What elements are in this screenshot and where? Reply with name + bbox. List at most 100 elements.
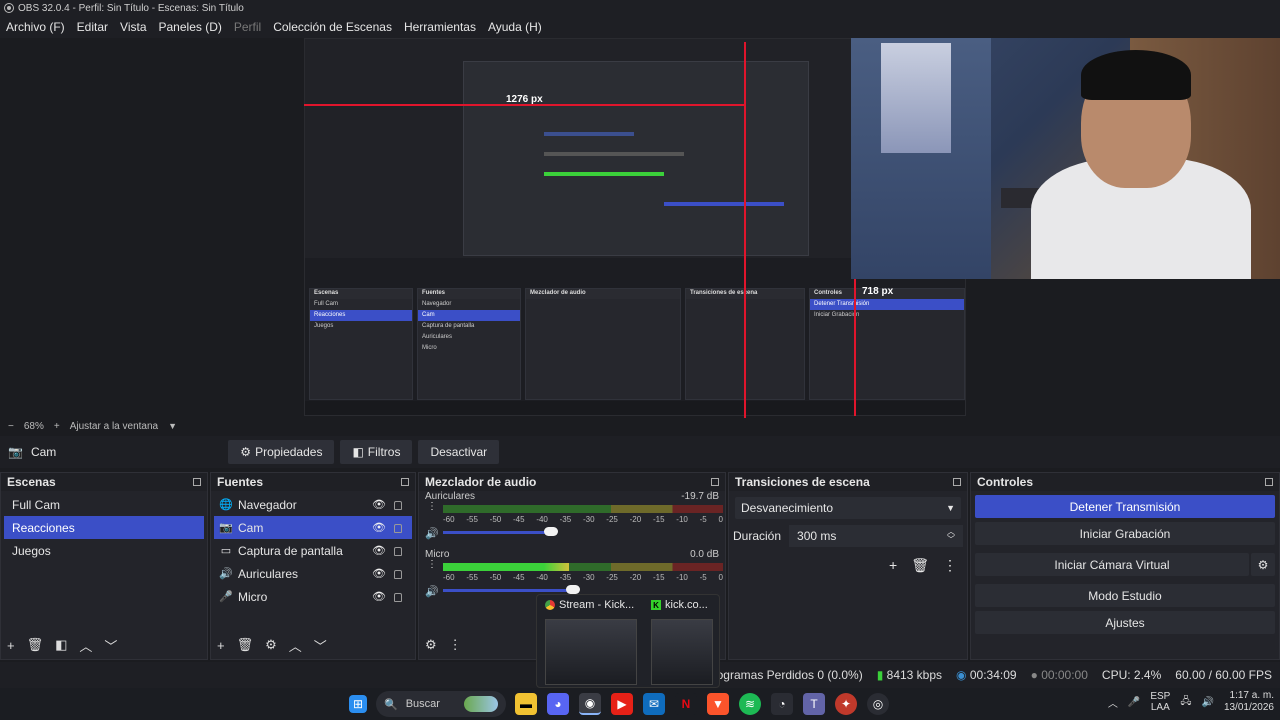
undock-icon[interactable]: [953, 478, 961, 486]
spotify-icon[interactable]: ≋: [739, 693, 761, 715]
eye-icon[interactable]: 👁: [372, 544, 386, 557]
lock-icon[interactable]: [394, 524, 402, 533]
spinner-icon[interactable]: ︿ ﹀: [947, 528, 955, 544]
eye-icon[interactable]: 👁: [372, 590, 386, 603]
lock-icon[interactable]: [394, 547, 402, 556]
chevron-up-icon[interactable]: ︿: [1108, 695, 1118, 710]
gear-icon[interactable]: ⚙: [425, 637, 437, 653]
more-icon[interactable]: ⋮: [427, 502, 437, 512]
taskbar-preview-popup[interactable]: Stream - Kick... K kick.co...: [536, 594, 720, 688]
preview-canvas[interactable]: Escenas Full Cam Reacciones Juegos Fuentes N…: [0, 38, 1280, 418]
volume-slider[interactable]: [443, 531, 551, 534]
chevron-up-icon[interactable]: ︿: [289, 636, 302, 655]
chevron-up-icon[interactable]: ︿: [79, 636, 92, 655]
scene-item-juegos[interactable]: Juegos: [4, 539, 204, 562]
preview-thumbnail[interactable]: [651, 619, 713, 685]
obs-icon[interactable]: ◎: [867, 693, 889, 715]
trash-icon[interactable]: 🗑: [237, 637, 254, 653]
add-scene-button[interactable]: +: [7, 638, 15, 653]
volume-knob[interactable]: [543, 527, 558, 536]
microphone-icon: 🎤: [219, 591, 233, 603]
start-recording-button[interactable]: Iniciar Grabación: [975, 522, 1275, 545]
source-item-captura[interactable]: ▭ Captura de pantalla 👁: [214, 539, 412, 562]
trash-icon[interactable]: 🗑: [27, 637, 44, 653]
source-item-cam[interactable]: 📷 Cam 👁: [214, 516, 412, 539]
source-item-auriculares[interactable]: 🔊 Auriculares 👁: [214, 562, 412, 585]
add-source-button[interactable]: +: [217, 638, 225, 653]
volume-slider[interactable]: [443, 589, 573, 592]
menu-herramientas[interactable]: Herramientas: [404, 20, 476, 34]
chevron-down-icon[interactable]: ▼: [168, 421, 177, 431]
filters-button[interactable]: ◧ Filtros: [340, 440, 413, 464]
source-item-micro[interactable]: 🎤 Micro 👁: [214, 585, 412, 608]
more-icon[interactable]: ⋮: [943, 557, 957, 574]
more-icon[interactable]: ⋮: [427, 560, 437, 570]
deactivate-button[interactable]: Desactivar: [418, 440, 500, 464]
transition-select[interactable]: Desvanecimiento ▼: [735, 497, 961, 519]
eye-icon[interactable]: 👁: [372, 567, 386, 580]
title-bar: OBS 32.0.4 - Perfil: Sin Título - Escena…: [0, 0, 1280, 16]
source-item-navegador[interactable]: 🌐 Navegador 👁: [214, 493, 412, 516]
add-transition-button[interactable]: +: [889, 557, 897, 574]
preview-tab-stream[interactable]: Stream - Kick...: [545, 597, 634, 613]
microphone-icon[interactable]: 🎤: [1128, 697, 1140, 708]
discord-icon[interactable]: ◕: [547, 693, 569, 715]
trash-icon[interactable]: 🗑: [911, 557, 929, 574]
brave-icon[interactable]: ▼: [707, 693, 729, 715]
speedometer-icon[interactable]: ◔: [771, 693, 793, 715]
teams-icon[interactable]: T: [803, 693, 825, 715]
network-icon[interactable]: 🖧: [1180, 694, 1191, 711]
menu-paneles[interactable]: Paneles (D): [159, 20, 222, 34]
duration-input[interactable]: 300 ms ︿ ﹀: [789, 525, 963, 547]
lock-icon[interactable]: [394, 570, 402, 579]
file-explorer-icon[interactable]: ▬: [515, 693, 537, 715]
menu-ayuda[interactable]: Ayuda (H): [488, 20, 542, 34]
start-virtual-camera-button[interactable]: Iniciar Cámara Virtual: [975, 553, 1249, 576]
scene-item-full-cam[interactable]: Full Cam: [4, 493, 204, 516]
gear-icon[interactable]: ⚙: [265, 637, 277, 653]
volume-knob[interactable]: [566, 585, 580, 594]
netflix-icon[interactable]: N: [675, 693, 697, 715]
studio-mode-button[interactable]: Modo Estudio: [975, 584, 1275, 607]
speaker-icon[interactable]: 🔊: [425, 527, 439, 540]
undock-icon[interactable]: [711, 478, 719, 486]
filter-icon[interactable]: ◧: [55, 637, 67, 653]
chevron-down-icon[interactable]: ﹀: [314, 636, 327, 655]
preview-tab-kick[interactable]: K kick.co...: [651, 597, 708, 613]
app-red-icon[interactable]: ✦: [835, 693, 857, 715]
undock-icon[interactable]: [193, 478, 201, 486]
zoom-in-button[interactable]: +: [54, 421, 60, 432]
undock-icon[interactable]: [401, 478, 409, 486]
more-icon[interactable]: ⋮: [449, 637, 462, 653]
search-input[interactable]: 🔍 Buscar: [376, 691, 506, 717]
menu-editar[interactable]: Editar: [77, 20, 108, 34]
chevron-down-icon[interactable]: ﹀: [104, 636, 117, 655]
zoom-out-button[interactable]: −: [8, 421, 14, 432]
meter-tick-label: -50: [489, 515, 502, 524]
gear-icon[interactable]: ⚙: [1251, 553, 1275, 576]
menu-perfil[interactable]: Perfil: [234, 20, 261, 34]
undock-icon[interactable]: [1265, 478, 1273, 486]
youtube-icon[interactable]: ▶: [611, 693, 633, 715]
settings-button[interactable]: Ajustes: [975, 611, 1275, 634]
properties-button[interactable]: ⚙ Propiedades: [228, 440, 335, 464]
eye-icon[interactable]: 👁: [372, 521, 386, 534]
eye-icon[interactable]: 👁: [372, 498, 386, 511]
outlook-icon[interactable]: ✉: [643, 693, 665, 715]
windows-start-icon[interactable]: ⊞: [349, 695, 367, 713]
scene-item-reacciones[interactable]: Reacciones: [4, 516, 204, 539]
stop-streaming-button[interactable]: Detener Transmisión: [975, 495, 1275, 518]
fit-window-label[interactable]: Ajustar a la ventana: [70, 421, 158, 432]
menu-coleccion-escenas[interactable]: Colección de Escenas: [273, 20, 392, 34]
preview-thumbnail[interactable]: [545, 619, 637, 685]
lock-icon[interactable]: [394, 593, 402, 602]
menu-archivo[interactable]: Archivo (F): [6, 20, 65, 34]
lock-icon[interactable]: [394, 501, 402, 510]
chrome-icon[interactable]: ◉: [579, 693, 601, 715]
speaker-icon[interactable]: 🔊: [425, 585, 439, 598]
clock[interactable]: 1:17 a. m. 13/01/2026: [1224, 690, 1274, 714]
volume-icon[interactable]: 🔊: [1201, 697, 1213, 708]
scenes-dock: Escenas Full Cam Reacciones Juegos + 🗑 ◧…: [0, 472, 208, 660]
menu-vista[interactable]: Vista: [120, 20, 146, 34]
language-indicator[interactable]: ESP LAA: [1150, 691, 1170, 713]
